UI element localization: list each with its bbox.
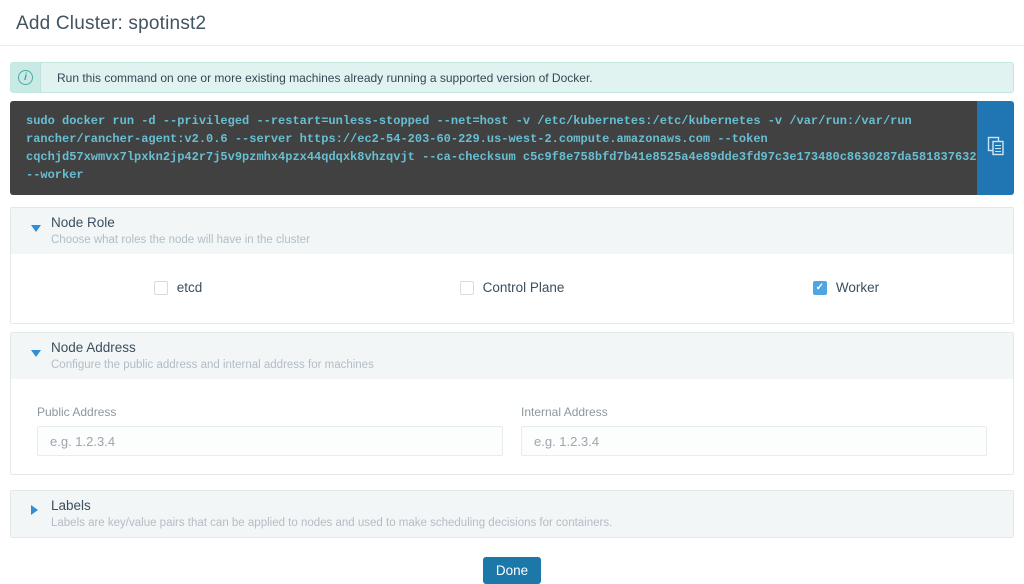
role-column: ✓ etcd xyxy=(11,280,345,295)
public-address-input[interactable] xyxy=(37,426,503,456)
chevron-down-icon xyxy=(31,350,41,357)
section-node-address-header[interactable]: Node Address Configure the public addres… xyxy=(11,333,1013,379)
docker-command-text[interactable]: sudo docker run -d --privileged --restar… xyxy=(10,101,977,195)
section-node-role-header[interactable]: Node Role Choose what roles the node wil… xyxy=(11,208,1013,254)
internal-address-input[interactable] xyxy=(521,426,987,456)
page-title: Add Cluster: spotinst2 xyxy=(0,0,1024,35)
info-banner: i Run this command on one or more existi… xyxy=(10,62,1014,93)
chevron-down-icon xyxy=(31,225,41,232)
control-plane-checkbox-box[interactable]: ✓ xyxy=(460,281,474,295)
section-subtitle: Configure the public address and interna… xyxy=(51,358,997,372)
node-address-fields: Public Address Internal Address xyxy=(11,379,1013,474)
role-column: ✓ Worker xyxy=(679,280,1013,295)
info-banner-text: Run this command on one or more existing… xyxy=(41,63,593,92)
section-node-role: Node Role Choose what roles the node wil… xyxy=(10,207,1014,324)
section-subtitle: Choose what roles the node will have in … xyxy=(51,233,997,247)
info-icon: i xyxy=(18,70,33,85)
role-column: ✓ Control Plane xyxy=(345,280,679,295)
docker-command-panel: sudo docker run -d --privileged --restar… xyxy=(10,101,1014,195)
section-title: Node Role xyxy=(51,214,997,231)
info-icon-box: i xyxy=(11,63,41,92)
title-divider xyxy=(0,45,1024,46)
clipboard-icon xyxy=(987,136,1005,161)
chevron-right-icon xyxy=(31,505,38,515)
public-address-field: Public Address xyxy=(37,405,503,456)
etcd-checkbox-box[interactable]: ✓ xyxy=(154,281,168,295)
section-labels: Labels Labels are key/value pairs that c… xyxy=(10,490,1014,538)
command-line: cqchjd57xwmvx7lpxkn2jp42r7j5v9pzmhx4pzx4… xyxy=(26,148,961,166)
section-subtitle: Labels are key/value pairs that can be a… xyxy=(51,516,997,530)
worker-checkbox-box[interactable]: ✓ xyxy=(813,281,827,295)
done-button[interactable]: Done xyxy=(483,557,541,584)
internal-address-label: Internal Address xyxy=(521,405,987,419)
check-icon: ✓ xyxy=(816,283,824,293)
section-node-role-body: ✓ etcd ✓ Control Plane ✓ Worker xyxy=(11,254,1013,323)
public-address-label: Public Address xyxy=(37,405,503,419)
section-node-address-body: Public Address Internal Address xyxy=(11,379,1013,474)
etcd-checkbox[interactable]: ✓ etcd xyxy=(154,280,203,295)
command-line: --worker xyxy=(26,166,961,184)
footer: Done xyxy=(0,557,1024,584)
internal-address-field: Internal Address xyxy=(521,405,987,456)
worker-checkbox-label: Worker xyxy=(836,280,879,295)
command-line: sudo docker run -d --privileged --restar… xyxy=(26,112,961,130)
copy-command-button[interactable] xyxy=(977,101,1014,195)
etcd-checkbox-label: etcd xyxy=(177,280,203,295)
control-plane-checkbox-label: Control Plane xyxy=(483,280,565,295)
section-labels-header[interactable]: Labels Labels are key/value pairs that c… xyxy=(11,491,1013,537)
section-title: Labels xyxy=(51,497,997,514)
worker-checkbox[interactable]: ✓ Worker xyxy=(813,280,879,295)
command-line: rancher/rancher-agent:v2.0.6 --server ht… xyxy=(26,130,961,148)
control-plane-checkbox[interactable]: ✓ Control Plane xyxy=(460,280,565,295)
section-node-address: Node Address Configure the public addres… xyxy=(10,332,1014,475)
node-role-options: ✓ etcd ✓ Control Plane ✓ Worker xyxy=(11,254,1013,323)
section-title: Node Address xyxy=(51,339,997,356)
